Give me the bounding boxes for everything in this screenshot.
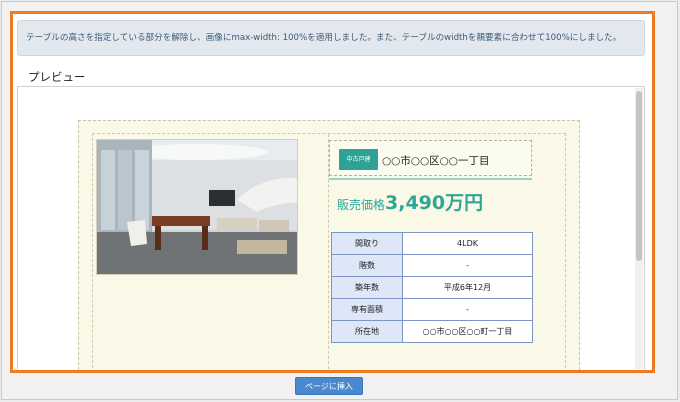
preview-scrollbar[interactable]	[635, 88, 643, 369]
listing-address-title: ○○市○○区○○一丁目	[382, 155, 490, 167]
scrollbar-thumb[interactable]	[636, 91, 642, 261]
price-value: 3,490万円	[385, 192, 484, 214]
price-row: 販売価格3,490万円	[337, 188, 483, 215]
insert-to-page-button[interactable]: ページに挿入	[295, 377, 363, 395]
editor-modal: テーブルの高さを指定している部分を解除し、画像にmax-width: 100%を…	[10, 11, 655, 373]
property-photo	[96, 139, 298, 275]
spec-label-layout: 間取り	[331, 232, 403, 255]
table-row: 間取り 4LDK	[331, 232, 533, 255]
table-row: 専有面積 -	[331, 298, 533, 321]
title-underline	[329, 178, 532, 180]
spec-label-floors: 階数	[331, 254, 403, 277]
property-type-badge: 中古戸建	[339, 149, 378, 170]
spec-value-age: 平成6年12月	[402, 276, 533, 299]
preview-pane: 中古戸建 ○○市○○区○○一丁目 販売価格3,490万円 間取り 4LDK 階数…	[17, 86, 645, 370]
table-row: 所在地 ○○市○○区○○町一丁目	[331, 320, 533, 343]
spec-label-age: 築年数	[331, 276, 403, 299]
spec-value-area: -	[402, 298, 533, 321]
price-label: 販売価格	[337, 198, 386, 212]
spec-label-location: 所在地	[331, 320, 403, 343]
property-listing: 中古戸建 ○○市○○区○○一丁目 販売価格3,490万円 間取り 4LDK 階数…	[78, 120, 580, 370]
spec-value-location: ○○市○○区○○町一丁目	[402, 320, 533, 343]
preview-heading: プレビュー	[28, 70, 86, 84]
table-row: 築年数 平成6年12月	[331, 276, 533, 299]
property-spec-table: 間取り 4LDK 階数 - 築年数 平成6年12月 専有面積 - 所在地 ○○市…	[331, 232, 533, 343]
spec-value-layout: 4LDK	[402, 232, 533, 255]
table-row: 階数 -	[331, 254, 533, 277]
spec-value-floors: -	[402, 254, 533, 277]
info-notice: テーブルの高さを指定している部分を解除し、画像にmax-width: 100%を…	[17, 20, 645, 56]
spec-label-area: 専有面積	[331, 298, 403, 321]
